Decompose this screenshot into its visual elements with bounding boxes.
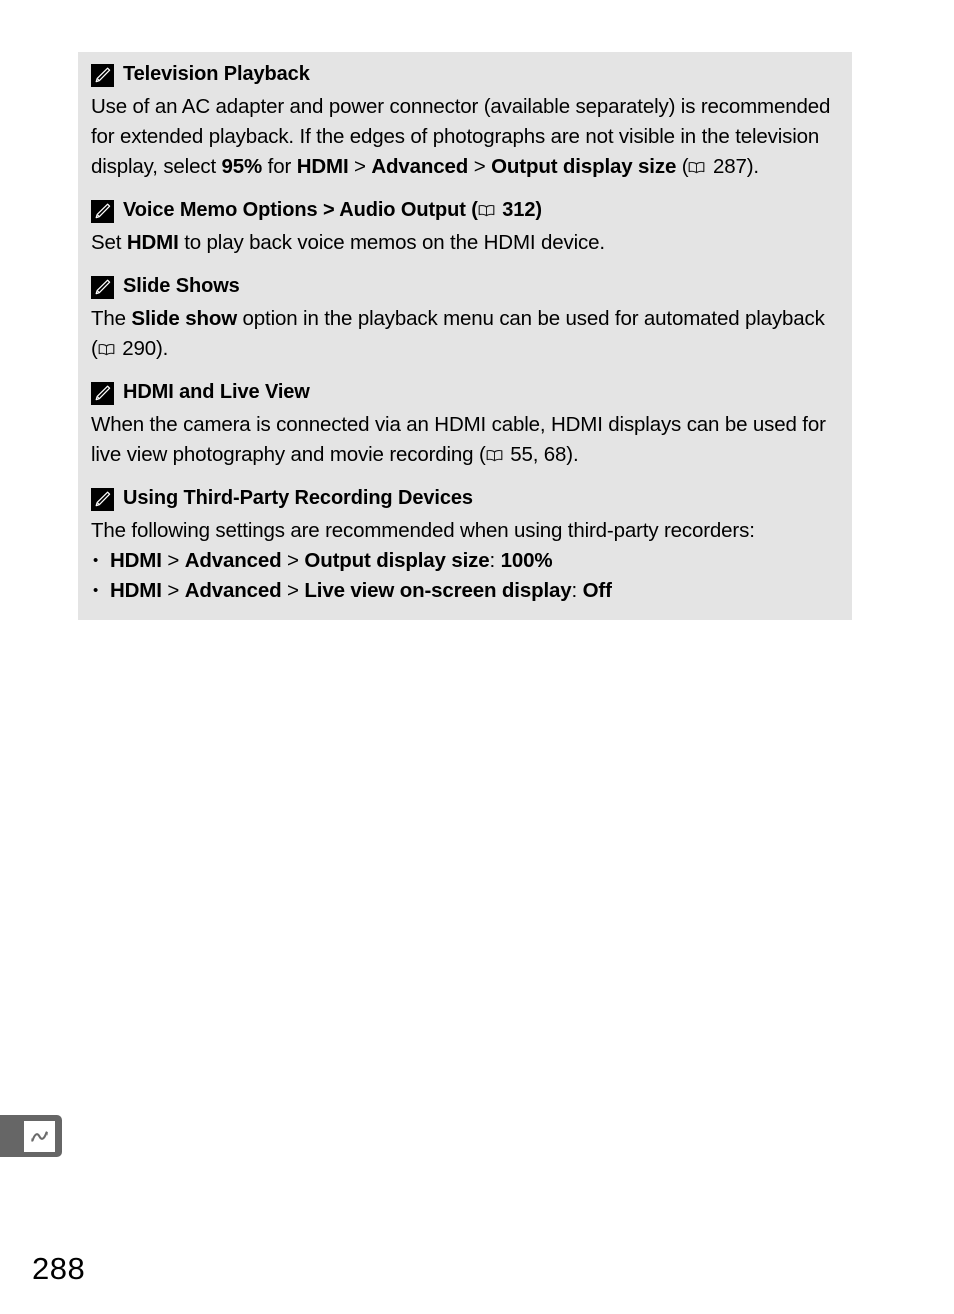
body-text: ( (676, 155, 689, 178)
body-text: > (348, 155, 372, 178)
emphasis-text: 95% (221, 155, 263, 178)
note-block-using-third-party-recording-devices: Using Third-Party Recording Devices The f… (78, 486, 852, 606)
separator-text: > (161, 579, 185, 602)
emphasis-text: HDMI (110, 579, 162, 602)
note-heading: Using Third-Party Recording Devices (91, 486, 836, 511)
menu-tab-setup[interactable] (0, 1115, 62, 1157)
note-block-television-playback: Television Playback Use of an AC adapter … (78, 62, 852, 182)
note-block-voice-memo-options: Voice Memo Options > Audio Output ( 312)… (78, 198, 852, 258)
body-text: for (262, 155, 297, 178)
note-heading-text: Voice Memo Options > Audio Output ( 312) (123, 198, 542, 222)
list-item: HDMI > Advanced > Output display size: 1… (91, 546, 836, 576)
emphasis-text: Voice Memo Options > Audio Output ( (123, 199, 478, 221)
book-icon (688, 161, 705, 174)
page-number: 288 (32, 1251, 86, 1286)
body-text: Set (91, 231, 127, 254)
note-block-hdmi-and-live-view: HDMI and Live View When the camera is con… (78, 380, 852, 470)
separator-text: > (161, 549, 185, 572)
body-text: > (468, 155, 492, 178)
note-body: The Slide show option in the playback me… (91, 304, 836, 364)
pencil-icon (91, 63, 114, 87)
note-heading: HDMI and Live View (91, 380, 836, 405)
emphasis-text: Output display size (304, 549, 490, 572)
note-heading: Slide Shows (91, 274, 836, 299)
body-text: The following settings are recommended w… (91, 519, 755, 542)
note-body: When the camera is connected via an HDMI… (91, 410, 836, 470)
note-heading-text: Television Playback (123, 63, 310, 85)
note-body: The following settings are recommended w… (91, 516, 836, 546)
note-heading-text: HDMI and Live View (123, 381, 310, 403)
body-text: to play back voice memos on the HDMI dev… (178, 231, 605, 254)
separator-text: : (571, 579, 583, 602)
note-body: Set HDMI to play back voice memos on the… (91, 228, 836, 258)
emphasis-text: Advanced (184, 549, 282, 572)
book-icon (486, 449, 503, 462)
pencil-icon (91, 381, 114, 405)
emphasis-text: HDMI (126, 231, 179, 254)
emphasis-text: 312) (496, 199, 542, 221)
emphasis-text: HDMI (110, 549, 162, 572)
body-text: 287). (707, 155, 759, 178)
emphasis-text: Advanced (184, 579, 282, 602)
note-panel: Television Playback Use of an AC adapter … (78, 52, 852, 620)
emphasis-text: Live view on-screen display (304, 579, 572, 602)
book-icon (98, 343, 115, 356)
separator-text: > (281, 549, 305, 572)
pencil-icon (91, 487, 114, 511)
pencil-icon (91, 199, 114, 223)
emphasis-text: 100% (500, 549, 553, 572)
body-text: When the camera is connected via an HDMI… (91, 413, 826, 466)
list-item: HDMI > Advanced > Live view on-screen di… (91, 576, 836, 606)
note-heading: Television Playback (91, 62, 836, 87)
body-text: 55, 68). (504, 443, 579, 466)
zigzag-arrow-icon (24, 1120, 55, 1152)
note-body: Use of an AC adapter and power connector… (91, 92, 836, 182)
separator-text: : (489, 549, 501, 572)
body-text: 290). (116, 337, 169, 360)
pencil-icon (91, 275, 114, 299)
book-icon (478, 204, 495, 217)
settings-bullet-list: HDMI > Advanced > Output display size: 1… (91, 546, 836, 606)
emphasis-text: Advanced (371, 155, 469, 178)
note-heading-text: Slide Shows (123, 275, 240, 297)
body-text: The (91, 307, 132, 330)
note-heading-text: Using Third-Party Recording Devices (123, 487, 473, 509)
emphasis-text: Slide show (131, 307, 237, 330)
emphasis-text: Off (582, 579, 612, 602)
separator-text: > (281, 579, 305, 602)
note-heading: Voice Memo Options > Audio Output ( 312) (91, 198, 836, 223)
emphasis-text: Output display size (491, 155, 677, 178)
note-block-slide-shows: Slide Shows The Slide show option in the … (78, 274, 852, 364)
emphasis-text: HDMI (296, 155, 349, 178)
